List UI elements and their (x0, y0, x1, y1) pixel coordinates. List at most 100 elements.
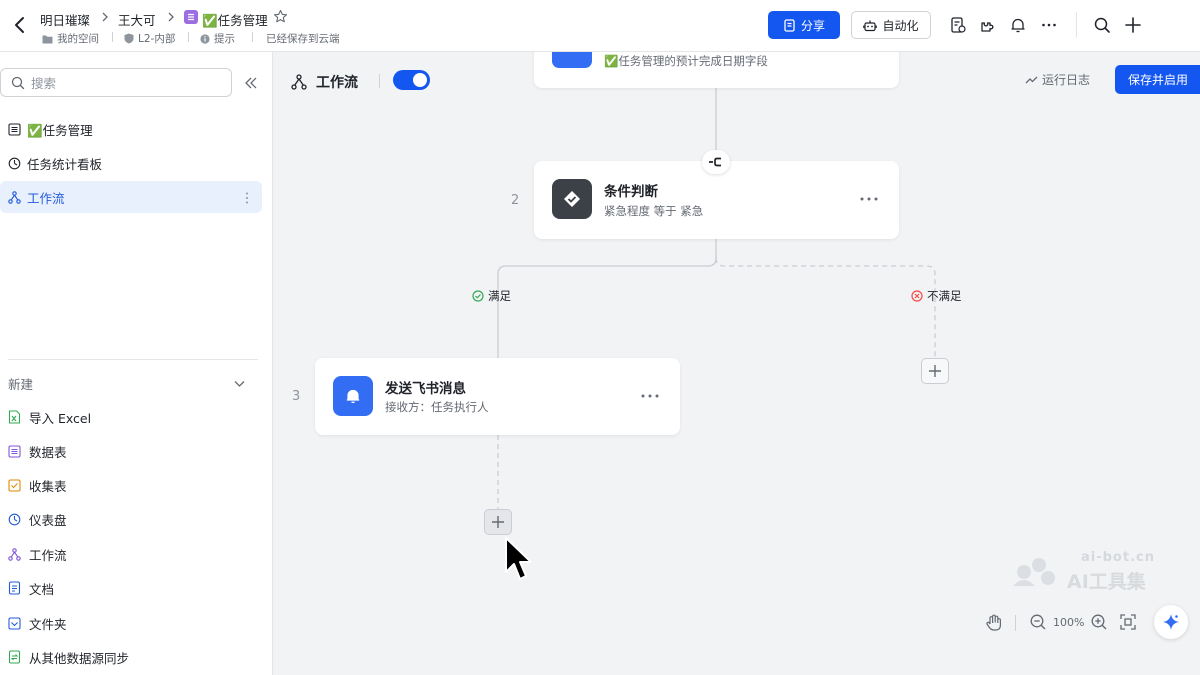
new-dashboard[interactable]: 仪表盘 (0, 504, 262, 534)
new-item-label: 仪表盘 (29, 512, 67, 528)
step-number: 2 (511, 193, 520, 208)
fit-view-icon[interactable] (1119, 613, 1137, 631)
sidebar-item-workflow[interactable]: 工作流 (0, 181, 262, 213)
run-log-label: 运行日志 (1042, 73, 1091, 87)
search-icon (11, 76, 25, 89)
condition-icon (552, 179, 592, 219)
workflow-header: 工作流 (291, 72, 358, 92)
new-item-label: 从其他数据源同步 (29, 650, 130, 666)
new-item-label: 导入 Excel (29, 410, 92, 426)
add-icon[interactable] (1122, 14, 1144, 36)
table-icon (8, 122, 21, 136)
space-label: 我的空间 (57, 33, 99, 45)
automation-button[interactable]: 自动化 (851, 11, 931, 39)
more-icon[interactable] (1038, 14, 1060, 36)
new-item-label: 工作流 (29, 547, 67, 563)
security-level-label: L2-内部 (138, 33, 176, 45)
automation-label: 自动化 (882, 18, 919, 33)
info-icon (200, 33, 210, 44)
search-placeholder: 搜索 (31, 76, 57, 91)
workflow-enable-toggle[interactable] (393, 70, 430, 90)
share-label: 分享 (800, 18, 825, 33)
breadcrumb-user[interactable]: 王大可 (118, 10, 156, 29)
plugin-icon[interactable] (977, 14, 999, 36)
new-form[interactable]: 收集表 (0, 470, 262, 500)
sidebar: 搜索 ✅任务管理 任务统计看板 工作流 新建 导入 Excel 数据表 收集表 … (0, 52, 273, 675)
watermark-text-2: AI工具集 (1067, 571, 1146, 593)
new-sync-source[interactable]: 从其他数据源同步 (0, 642, 262, 672)
node-more-icon[interactable] (857, 189, 881, 209)
save-status: 已经保存到云端 (266, 31, 340, 46)
bell-icon[interactable] (1007, 14, 1029, 36)
page-title: ✅任务管理 (202, 13, 268, 28)
sidebar-item-task-management[interactable]: ✅任务管理 (0, 113, 262, 145)
share-button[interactable]: 分享 (768, 11, 840, 39)
node-more-icon[interactable] (638, 386, 662, 406)
branch-no-text: 不满足 (927, 289, 962, 303)
new-item-label: 数据表 (29, 444, 67, 460)
trigger-node-card[interactable]: ✅任务管理的预计完成日期字段 (534, 52, 899, 88)
check-circle-icon (472, 290, 484, 302)
add-node-button[interactable] (484, 509, 512, 535)
workflow-title: 工作流 (316, 75, 358, 91)
new-folder[interactable]: 文件夹 (0, 608, 262, 638)
run-log-button[interactable]: 运行日志 (1025, 71, 1090, 88)
zoom-level[interactable]: 100% (1053, 616, 1084, 629)
save-enable-button[interactable]: 保存并启用 (1115, 65, 1200, 94)
new-section-header[interactable]: 新建 (8, 373, 258, 393)
new-data-table[interactable]: 数据表 (0, 436, 262, 466)
new-item-label: 文件夹 (29, 616, 67, 632)
item-more-icon[interactable] (244, 191, 250, 205)
condition-node-title: 条件判断 (604, 184, 658, 200)
collapse-sidebar-icon[interactable] (243, 75, 259, 91)
sidebar-item-label: ✅任务管理 (27, 122, 93, 138)
zoom-out-icon[interactable] (1029, 613, 1047, 631)
branch-no-label: 不满足 (911, 288, 962, 304)
zoom-in-icon[interactable] (1090, 613, 1108, 631)
bell-icon (333, 376, 373, 416)
workflow-canvas[interactable]: 工作流 运行日志 保存并启用 ✅任务管理的预计完成日期字段 2 条件判断 紧急程… (273, 52, 1200, 675)
trend-icon (1025, 76, 1038, 84)
new-doc[interactable]: 文档 (0, 573, 262, 603)
add-node-no-branch-button[interactable] (921, 358, 949, 384)
back-icon[interactable] (10, 14, 30, 36)
search-input[interactable]: 搜索 (0, 68, 232, 97)
new-import-excel[interactable]: 导入 Excel (0, 402, 262, 432)
dashboard-icon (8, 513, 21, 525)
step-number: 3 (292, 389, 301, 404)
workflow-icon (8, 547, 21, 561)
sidebar-item-task-dashboard[interactable]: 任务统计看板 (0, 147, 262, 179)
save-status-label: 已经保存到云端 (266, 33, 340, 45)
branch-connector-icon[interactable] (702, 150, 730, 174)
chevron-right-icon (102, 12, 108, 22)
sync-icon (8, 650, 21, 664)
new-item-label: 收集表 (29, 478, 67, 494)
record-history-icon[interactable] (947, 14, 969, 36)
workflow-icon (8, 190, 21, 204)
save-enable-label: 保存并启用 (1127, 73, 1188, 87)
search-icon[interactable] (1091, 14, 1113, 36)
breadcrumb-workspace[interactable]: 明日璀璨 (40, 10, 90, 29)
message-node-title: 发送飞书消息 (385, 381, 466, 397)
hand-pan-icon[interactable] (983, 612, 1005, 634)
sidebar-item-label: 工作流 (27, 190, 65, 206)
branch-yes-label: 满足 (472, 288, 511, 304)
folder-icon (42, 35, 53, 43)
trigger-node-icon (552, 52, 592, 68)
tip-link[interactable]: 提示 (200, 31, 235, 46)
ai-assistant-icon[interactable] (1154, 605, 1188, 639)
new-item-label: 文档 (29, 581, 55, 597)
trigger-node-subtitle: ✅任务管理的预计完成日期字段 (604, 54, 768, 68)
star-icon[interactable] (273, 9, 288, 24)
table-icon (8, 444, 21, 458)
cross-circle-icon (911, 290, 923, 302)
chevron-down-icon (234, 380, 245, 387)
chevron-right-icon (168, 12, 174, 22)
new-workflow[interactable]: 工作流 (0, 539, 262, 569)
security-level: L2-内部 (124, 31, 175, 46)
dashboard-icon (8, 157, 21, 169)
condition-node-subtitle: 紧急程度 等于 紧急 (604, 204, 704, 218)
excel-icon (8, 410, 21, 424)
message-node-card[interactable]: 发送飞书消息 接收方：任务执行人 (315, 358, 680, 435)
new-section-title: 新建 (8, 376, 34, 392)
